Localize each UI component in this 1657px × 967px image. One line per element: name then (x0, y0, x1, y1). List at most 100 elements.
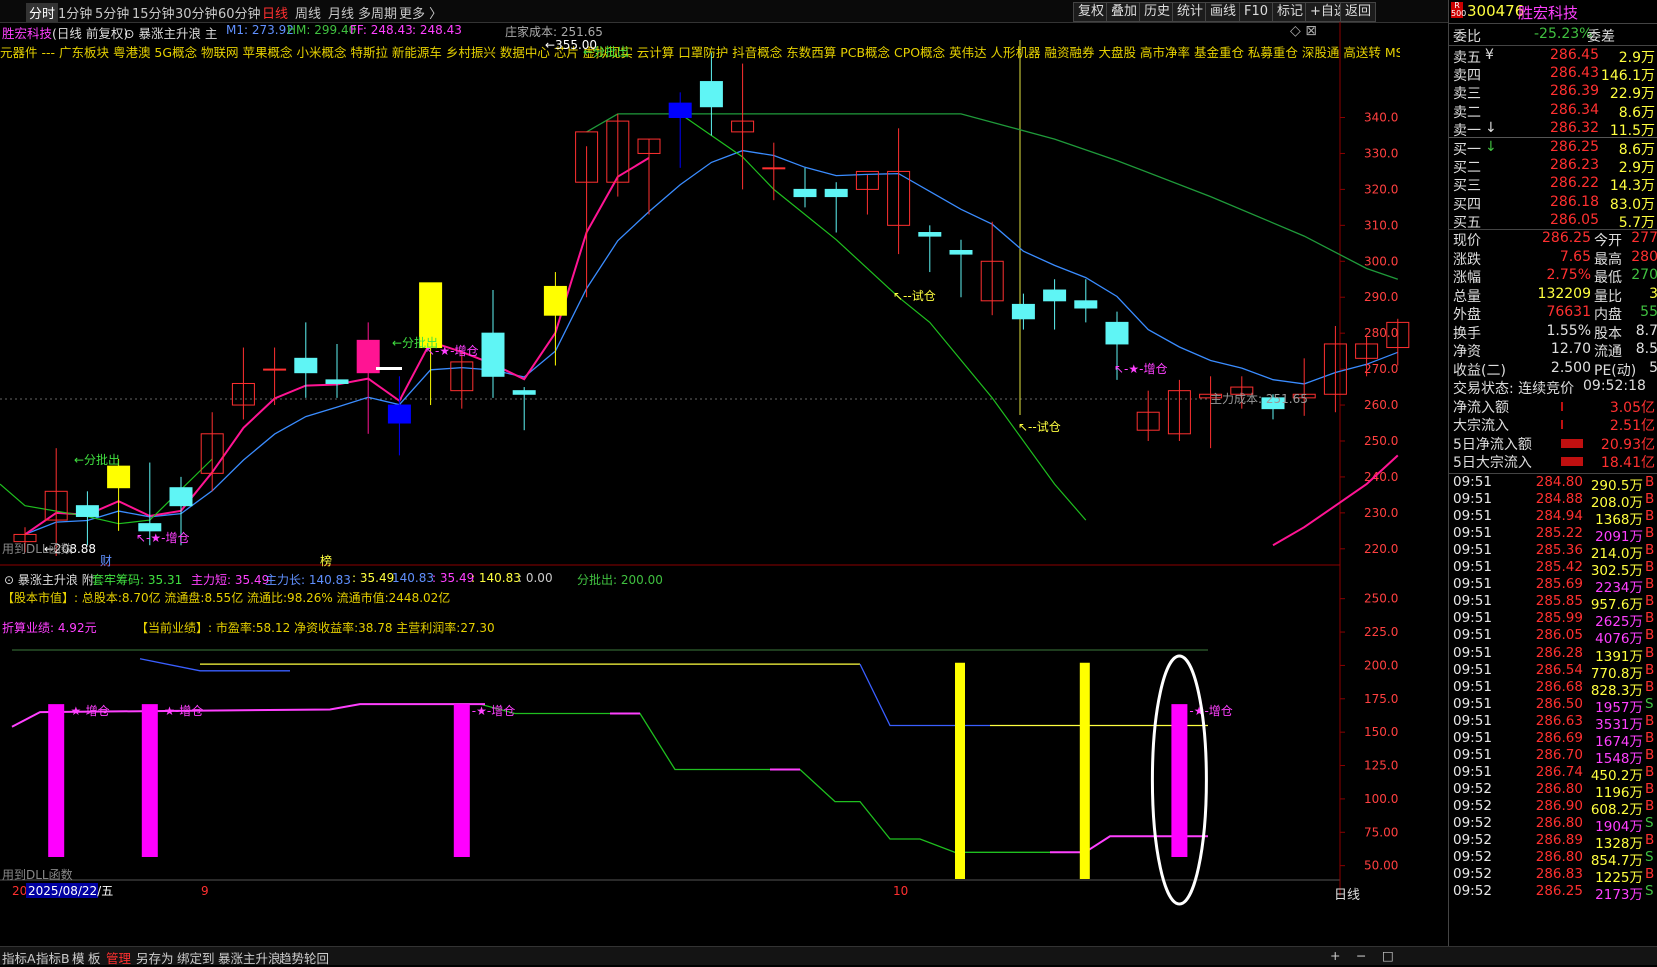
stat-label: 总量 (1453, 288, 1481, 305)
tick-price: 285.22 (1535, 525, 1583, 542)
bottom-tab[interactable]: 暴涨主升浪 (218, 948, 281, 967)
quote-stat-row: 涨幅 2.75% 最低 270 (1449, 267, 1657, 286)
blue-ma-line (24, 149, 1399, 536)
toolbar-button[interactable]: 返回 (1340, 2, 1377, 22)
bottom-tab-bar: 指标A 指标B 模板管理 另存为 绑定到 暴涨主升浪 趋势轮回 + − □ (0, 946, 1657, 967)
period-tab[interactable]: 1分钟 (58, 3, 92, 22)
price-tick: 330.0 (1364, 146, 1398, 160)
sell-order-row[interactable]: 卖一 ↓ 286.32 11.5万 (1449, 120, 1657, 139)
tick-row: 09:51 286.68 828.3万 B (1449, 678, 1657, 699)
toolbar-button[interactable]: 复权 (1073, 2, 1110, 22)
stock-code: 300476 (1467, 2, 1525, 20)
bottom-tab[interactable]: 趋势轮回 (279, 948, 329, 967)
bottom-tab[interactable]: 模 (72, 948, 85, 967)
order-label: 卖四 (1453, 68, 1481, 85)
tick-price: 286.25 (1535, 883, 1583, 900)
tick-row: 09:52 286.80 1196万 B (1449, 780, 1657, 801)
cai-badge: 财 (100, 554, 112, 568)
tick-side: B (1645, 797, 1655, 814)
sell-order-row[interactable]: 卖四 286.43 146.1万 (1449, 65, 1657, 84)
period-tab[interactable]: 60分钟 (218, 3, 261, 22)
buy-order-row[interactable]: 买四 286.18 83.0万 (1449, 194, 1657, 213)
candle-body (263, 368, 287, 371)
buy-order-row[interactable]: 买五 286.05 5.7万 (1449, 212, 1657, 231)
candle-body (1011, 303, 1035, 320)
price-tick: 320.0 (1364, 182, 1398, 196)
sub-indicator-name[interactable]: ⊙ 暴涨主升浪 附 (4, 571, 94, 588)
period-tab[interactable]: 分时 (26, 3, 59, 22)
tick-price: 285.99 (1535, 610, 1583, 627)
zoom-button[interactable]: − (1356, 948, 1366, 963)
period-tab[interactable]: 多周期 (358, 3, 397, 22)
candle-body (169, 487, 193, 507)
toolbar-button[interactable]: 叠加 (1106, 2, 1143, 22)
bottom-tab[interactable]: 另存为 (136, 948, 174, 967)
order-label: 卖二 (1453, 104, 1481, 121)
zoom-button[interactable]: + (1330, 948, 1340, 963)
period-tab[interactable]: 周线 (295, 3, 321, 22)
bottom-tab[interactable]: 管理 (106, 948, 131, 967)
candle-body (512, 390, 536, 395)
period-tab[interactable]: 30分钟 (175, 3, 218, 22)
toolbar-button[interactable]: 画线 (1205, 2, 1242, 22)
pink-trend-line-2 (1272, 454, 1399, 547)
tick-price: 286.54 (1535, 661, 1583, 678)
buy-order-row[interactable]: 买三 286.22 14.3万 (1449, 175, 1657, 194)
bottom-tab[interactable]: 指标B (36, 948, 70, 967)
sell-order-row[interactable]: 卖五 ¥286.45 2.9万 (1449, 47, 1657, 66)
tick-price: 286.68 (1535, 678, 1583, 695)
shicang-label: ↖--试仓 (893, 288, 936, 303)
stat-value: 8.7 (1635, 322, 1657, 339)
sell-order-row[interactable]: 卖二 286.34 8.6万 (1449, 102, 1657, 121)
candle-body (138, 523, 162, 532)
sell-order-row[interactable]: 卖三 286.39 22.9万 (1449, 83, 1657, 102)
stat-value: 277 (1631, 230, 1657, 246)
tick-side: S (1645, 815, 1654, 831)
candle (107, 458, 131, 531)
order-price: 286.43 (1550, 65, 1599, 82)
tick-volume: 2173万 (1595, 887, 1643, 904)
toolbar-button[interactable]: 历史 (1139, 2, 1176, 22)
tick-side: B (1645, 866, 1655, 883)
tick-row: 09:51 286.54 770.8万 B (1449, 661, 1657, 682)
bottom-tab[interactable]: 指标A (2, 948, 36, 967)
tick-price: 286.80 (1535, 815, 1583, 831)
tick-time: 09:51 (1453, 644, 1492, 661)
toolbar-button[interactable]: 标记 (1272, 2, 1309, 22)
tick-price: 286.80 (1535, 849, 1583, 866)
period-tab[interactable]: 月线 (328, 3, 354, 22)
buy-order-row[interactable]: 买二 286.23 2.9万 (1449, 157, 1657, 176)
toolbar-button[interactable]: 统计 (1172, 2, 1209, 22)
buy-order-row[interactable]: 买一 ↓ 286.25 8.6万 (1449, 139, 1657, 158)
sub-magenta-bar (48, 704, 65, 857)
period-tab[interactable]: 日线 (262, 3, 288, 22)
tick-row: 09:51 286.69 1674万 B (1449, 730, 1657, 750)
sub-tick: 125.0 (1364, 759, 1398, 773)
order-volume: 14.3万 (1609, 178, 1655, 195)
period-label-rixian: 日线 (1334, 888, 1361, 903)
toolbar-button[interactable]: F10 (1239, 2, 1274, 22)
stat-value: 5 (1649, 359, 1657, 376)
period-tab[interactable]: 更多 〉 (399, 3, 442, 22)
tick-time: 09:51 (1453, 746, 1492, 763)
flow-row: 5日大宗流入 18.41亿 (1449, 452, 1657, 471)
candle (1136, 390, 1160, 441)
stat-label: 涨幅 (1453, 270, 1481, 286)
tick-time: 09:52 (1453, 832, 1492, 849)
tick-row: 09:51 286.74 450.2万 B (1449, 764, 1657, 784)
bottom-tab[interactable]: 绑定到 (177, 948, 215, 967)
tick-time: 09:52 (1453, 780, 1492, 797)
order-price: 286.18 (1550, 193, 1599, 210)
sub-indicator-label: 暴涨主升浪 附 (17, 573, 94, 587)
candle-body (543, 285, 567, 316)
period-tab[interactable]: 15分钟 (132, 3, 175, 22)
kline-chart[interactable]: 340.0 330.0 320.0 310.0 300.0 290.0 280.0 270.0… (0, 22, 1448, 946)
tick-side: B (1645, 746, 1655, 763)
candle-body (824, 188, 848, 198)
order-price: 286.45 (1550, 47, 1599, 63)
zoom-button[interactable]: □ (1382, 948, 1394, 963)
period-tab[interactable]: 5分钟 (95, 3, 129, 22)
tick-row: 09:51 286.63 3531万 B (1449, 713, 1657, 733)
bottom-tab[interactable]: 板 (88, 948, 101, 967)
price-high-label: ←355.00 (545, 38, 597, 52)
